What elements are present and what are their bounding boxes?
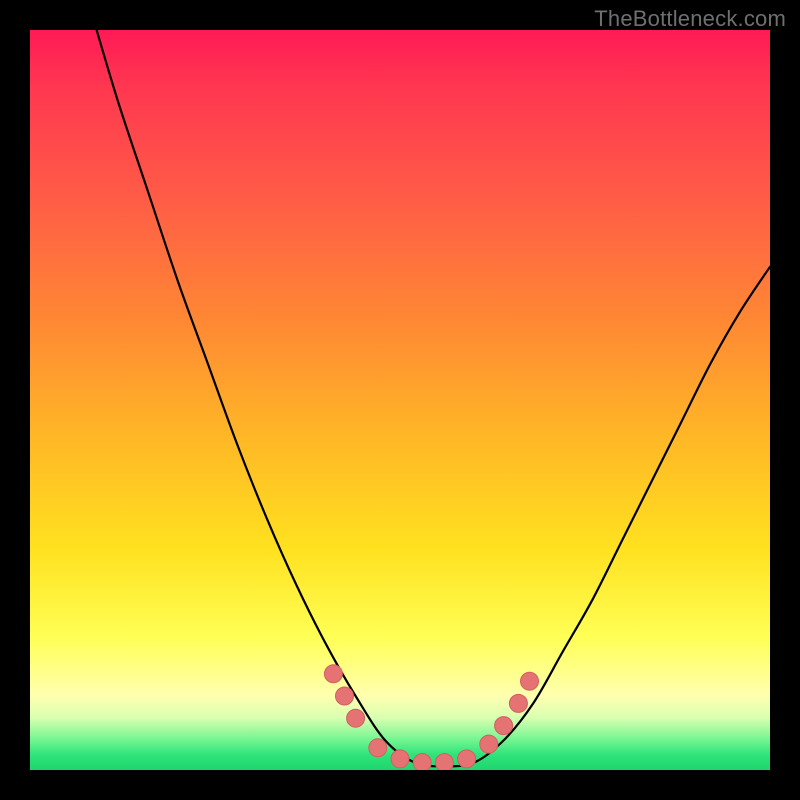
highlight-dot [347,709,365,727]
plot-area [30,30,770,770]
highlight-dot [369,739,387,757]
highlight-dot [413,754,431,770]
highlight-dot [435,754,453,770]
highlight-dot [509,694,527,712]
highlight-dot [391,750,409,768]
bottleneck-curve [97,30,770,766]
highlight-dot [458,750,476,768]
highlight-dots-group [324,665,538,770]
highlight-dot [336,687,354,705]
highlight-dot [521,672,539,690]
highlight-dot [324,665,342,683]
highlight-dot [495,717,513,735]
highlight-dot [480,735,498,753]
watermark-text: TheBottleneck.com [594,6,786,32]
chart-frame: TheBottleneck.com [0,0,800,800]
bottleneck-curve-svg [30,30,770,770]
